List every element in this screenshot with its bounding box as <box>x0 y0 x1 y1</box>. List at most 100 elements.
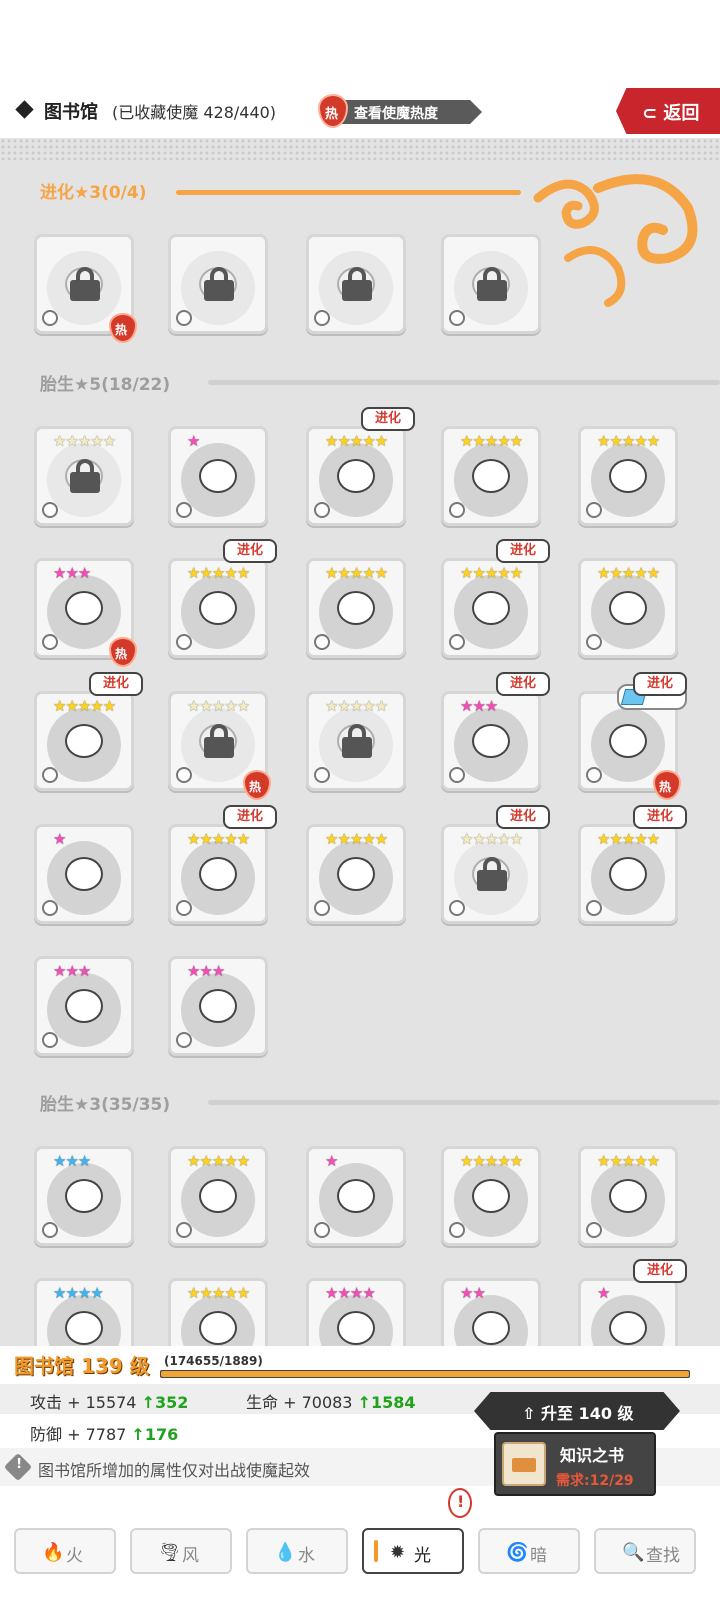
monster-card[interactable]: 进化热 <box>578 672 687 800</box>
hp-up-arrow-icon: ↑ <box>357 1393 371 1412</box>
hot-label: 热 <box>659 780 672 794</box>
light-element-icon <box>42 900 58 916</box>
monster-card-locked[interactable]: ★★★★★ <box>34 426 134 526</box>
light-element-icon <box>586 767 602 783</box>
library-xp-fill <box>161 1371 689 1377</box>
monster-card[interactable]: ★★★★★ <box>578 1146 678 1246</box>
monster-card[interactable]: ★ <box>34 824 134 924</box>
section-title-birth3: 胎生★3(35/35) <box>40 1095 171 1115</box>
monster-face <box>65 1179 103 1213</box>
monster-face <box>199 857 237 891</box>
monster-face <box>472 1179 510 1213</box>
defense-up-arrow-icon: ↑ <box>131 1425 145 1444</box>
monster-card[interactable]: ★★★★★ <box>578 558 678 658</box>
monster-card[interactable]: ★★★ <box>34 956 134 1056</box>
monster-face <box>199 1311 237 1345</box>
rarity-stars: ★★★ <box>53 962 91 980</box>
tab-water[interactable]: 💧 水 <box>246 1528 348 1574</box>
monster-card[interactable]: ★★★★★ <box>306 558 406 658</box>
tab-wind[interactable]: 🌪 风 <box>130 1528 232 1574</box>
monster-card-locked[interactable] <box>441 234 541 334</box>
monster-card[interactable]: ★★★★★ 进化 <box>34 672 143 791</box>
monster-face <box>472 1311 510 1345</box>
monster-card-locked[interactable] <box>306 234 406 334</box>
section-title-birth5: 胎生★5(18/22) <box>40 375 171 395</box>
monster-card[interactable]: ★★★★★ <box>168 1146 268 1246</box>
monster-card[interactable]: ★★★ <box>168 956 268 1056</box>
monster-card[interactable]: ★★ <box>441 1278 541 1346</box>
monster-card[interactable]: ★★★★★ <box>578 426 678 526</box>
view-heat-button[interactable]: 查看使魔热度 热 <box>318 94 488 128</box>
monster-card[interactable]: ★★★★★ 进化 <box>168 805 277 924</box>
hot-label: 热 <box>249 780 262 794</box>
monster-card[interactable]: ★★★ <box>34 1146 134 1246</box>
tab-dark[interactable]: 🌀 暗 <box>478 1528 580 1574</box>
title-diamond-icon <box>15 100 34 119</box>
monster-face <box>65 724 103 758</box>
monster-card-locked[interactable]: ★★★★★ 热 <box>168 691 271 800</box>
collection-area[interactable]: 进化★3(0/4) 胎生★5(18/22) 胎生★3(35/35) 热 ★★★★★… <box>0 138 720 1346</box>
monster-face <box>199 1179 237 1213</box>
light-element-icon <box>314 634 330 650</box>
evolve-tag: 进化 <box>633 1259 687 1283</box>
monster-face <box>609 459 647 493</box>
attack-stat: 攻击 + 15574 ↑352 <box>30 1389 188 1413</box>
tab-light[interactable]: ✹ 光 <box>362 1528 464 1574</box>
defense-stat: 防御 + 7787 ↑176 <box>30 1421 178 1445</box>
upgrade-label: ⇧ 升至 140 级 <box>522 1404 634 1423</box>
light-element-icon <box>449 767 465 783</box>
monster-card[interactable]: ★ <box>168 426 268 526</box>
monster-card[interactable]: ★ 进化 <box>578 1259 687 1346</box>
monster-card-locked[interactable]: ★★★★★ <box>306 691 406 791</box>
monster-card[interactable]: ★★★★★ 进化 <box>306 407 415 526</box>
monster-card-locked[interactable] <box>168 234 268 334</box>
attack-up-arrow-icon: ↑ <box>141 1393 155 1412</box>
monster-card[interactable]: ★★★★ <box>34 1278 134 1346</box>
section-line <box>176 190 521 195</box>
monster-card[interactable]: ★★★ 热 <box>34 558 137 667</box>
monster-face <box>337 591 375 625</box>
rarity-stars: ★★★★★ <box>460 564 523 582</box>
monster-face <box>65 857 103 891</box>
evolve-tag: 进化 <box>223 539 277 563</box>
monster-card[interactable]: ★★★ 进化 <box>441 672 550 791</box>
monster-card[interactable]: ★★★★★ <box>306 824 406 924</box>
monster-face <box>609 1311 647 1345</box>
monster-face <box>609 591 647 625</box>
rarity-stars: ★★★★★ <box>187 830 250 848</box>
monster-face <box>65 989 103 1023</box>
monster-card[interactable]: ★★★★★ <box>168 1278 268 1346</box>
back-button[interactable]: ⊂ 返回 <box>616 88 720 134</box>
light-element-icon <box>314 310 330 326</box>
library-xp-bar <box>160 1370 690 1378</box>
lock-icon <box>204 267 234 301</box>
view-heat-bar[interactable]: 查看使魔热度 <box>332 100 482 124</box>
rarity-stars: ★★★ <box>53 564 91 582</box>
light-element-icon <box>586 900 602 916</box>
monster-face <box>609 724 647 758</box>
monster-card[interactable]: ★★★★★ 进化 <box>441 539 550 658</box>
tab-fire[interactable]: 🔥 火 <box>14 1528 116 1574</box>
rarity-stars: ★★★★★ <box>597 432 660 450</box>
tab-search[interactable]: 🔍 查找 <box>594 1528 696 1574</box>
light-icon: ✹ <box>390 1542 406 1563</box>
monster-face <box>472 591 510 625</box>
light-element-icon <box>586 502 602 518</box>
monster-card-locked[interactable]: 热 <box>34 234 137 343</box>
heat-icon-label: 热 <box>325 107 339 122</box>
hot-label: 热 <box>115 323 128 337</box>
monster-card[interactable]: ★★★★★ <box>441 1146 541 1246</box>
monster-card[interactable]: ★★★★ <box>306 1278 406 1346</box>
monster-card[interactable]: ★★★★★ 进化 <box>168 539 277 658</box>
collection-count: (已收藏使魔 428/440) <box>112 103 277 122</box>
tab-label: 查找 <box>646 1546 680 1566</box>
monster-card[interactable]: ★ <box>306 1146 406 1246</box>
upgrade-button[interactable]: ⇧ 升至 140 级 <box>474 1392 680 1430</box>
monster-card-locked[interactable]: ★★★★★ 进化 <box>441 805 550 924</box>
evolve-tag: 进化 <box>89 672 143 696</box>
hp-value: 生命 + 70083 <box>246 1393 353 1412</box>
monster-card[interactable]: ★★★★★ 进化 <box>578 805 687 924</box>
knowledge-book-requirement[interactable]: 知识之书 需求:12/29 <box>494 1432 656 1496</box>
monster-face <box>337 1179 375 1213</box>
monster-card[interactable]: ★★★★★ <box>441 426 541 526</box>
